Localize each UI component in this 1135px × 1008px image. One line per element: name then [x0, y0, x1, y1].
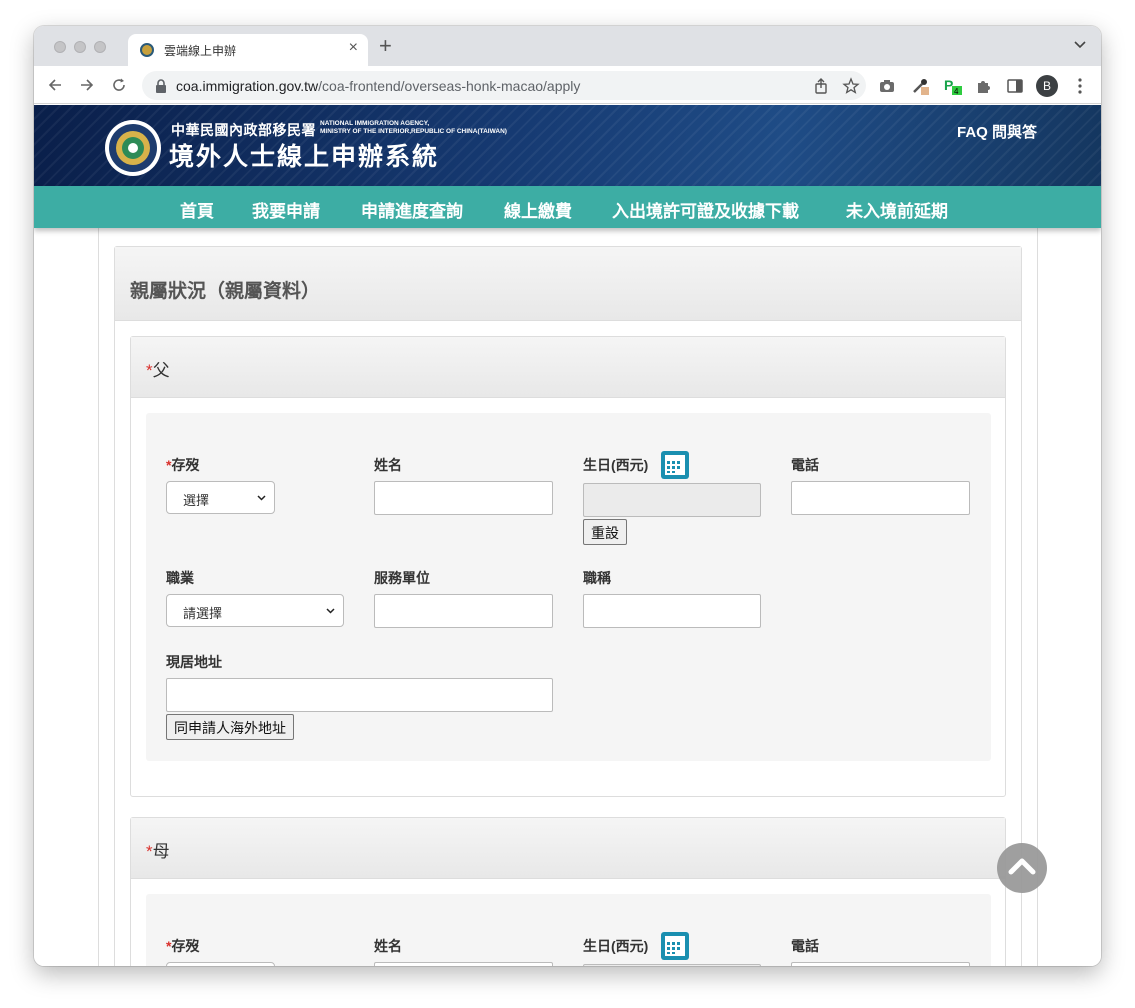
agency-logo-icon[interactable]: [104, 119, 162, 177]
side-panel-icon[interactable]: [1005, 76, 1025, 96]
tab-title: 雲端線上申辦: [164, 44, 237, 58]
mother-birth-label: 生日(西元): [583, 938, 649, 954]
site-favicon-icon: [140, 43, 154, 57]
tab-search-chevron-icon[interactable]: [1073, 37, 1087, 51]
lock-icon[interactable]: [154, 78, 168, 94]
back-arrow-icon[interactable]: [46, 76, 64, 94]
new-tab-button[interactable]: +: [379, 35, 392, 57]
browser-window: 雲端線上申辦 × + coa.immigration.gov.tw/coa-fr…: [34, 26, 1101, 966]
site-header: 中華民國內政部移民署 NATIONAL IMMIGRATION AGENCY, …: [34, 105, 1101, 186]
father-occupation-label: 職業: [166, 570, 194, 586]
mother-phone-label: 電話: [791, 938, 819, 954]
svg-text:P: P: [944, 77, 953, 93]
browser-toolbar: coa.immigration.gov.tw/coa-frontend/over…: [34, 66, 1101, 104]
faq-link[interactable]: FAQ 問與答: [957, 121, 1037, 142]
mother-phone-input[interactable]: [791, 962, 970, 966]
mother-status-label-text: 存歿: [171, 938, 200, 954]
father-employer-input[interactable]: [374, 594, 553, 628]
father-name-label: 姓名: [374, 457, 402, 473]
url-host: coa.immigration.gov.tw: [176, 78, 319, 94]
nav-home[interactable]: 首頁: [180, 197, 214, 222]
profile-avatar[interactable]: B: [1036, 75, 1058, 97]
nav-progress-query[interactable]: 申請進度查詢: [361, 197, 463, 222]
relatives-panel-heading: 親屬狀況（親屬資料）: [115, 247, 1021, 321]
father-name-input[interactable]: [374, 481, 553, 515]
father-address-label: 現居地址: [166, 654, 222, 670]
father-address-input[interactable]: [166, 678, 553, 712]
nav-permit-download[interactable]: 入出境許可證及收據下載: [612, 197, 799, 222]
eyedropper-extension-icon[interactable]: [910, 76, 930, 96]
nav-extension[interactable]: 未入境前延期: [846, 197, 948, 222]
father-status-label-text: 存歿: [171, 457, 200, 473]
same-as-applicant-address-button[interactable]: 同申請人海外地址: [166, 714, 294, 740]
father-occupation-select[interactable]: 請選擇: [166, 594, 344, 627]
browser-tab[interactable]: 雲端線上申辦 ×: [128, 34, 368, 66]
mother-title: *母: [146, 837, 170, 862]
agency-name-english-line2: MINISTRY OF THE INTERIOR,REPUBLIC OF CHI…: [320, 128, 507, 135]
more-menu-icon[interactable]: [1070, 76, 1090, 96]
mother-name-label: 姓名: [374, 938, 402, 954]
chevron-down-icon: [326, 608, 335, 614]
camera-extension-icon[interactable]: [877, 76, 897, 96]
agency-name-english: NATIONAL IMMIGRATION AGENCY, MINISTRY OF…: [320, 120, 507, 136]
mother-status-label: *存歿: [166, 936, 199, 956]
share-icon[interactable]: [812, 77, 830, 95]
forward-arrow-icon[interactable]: [78, 76, 96, 94]
address-bar[interactable]: coa.immigration.gov.tw/coa-frontend/over…: [142, 71, 866, 100]
main-navigation: 首頁 我要申請 申請進度查詢 線上繳費 入出境許可證及收據下載 未入境前延期: [34, 186, 1101, 228]
father-job-title-input[interactable]: [583, 594, 761, 628]
father-birth-label: 生日(西元): [583, 457, 649, 473]
p-extension-icon[interactable]: P 4: [942, 76, 962, 96]
zoom-window-button[interactable]: [94, 41, 106, 53]
mother-birth-input: [583, 964, 761, 966]
calendar-icon[interactable]: [660, 450, 690, 480]
required-mark: *: [146, 361, 153, 380]
scroll-to-top-button[interactable]: [997, 843, 1047, 893]
mother-form: *存歿 姓名 生日(西元) 電話: [146, 894, 991, 966]
mother-name-input[interactable]: [374, 962, 553, 966]
bookmark-star-icon[interactable]: [842, 77, 860, 95]
father-phone-input[interactable]: [791, 481, 970, 515]
father-form: *存歿 選擇 姓名 生日(西元) 重設 電話 職業 請選擇 服務單位 職稱 現居…: [146, 413, 991, 761]
mother-panel: *母 *存歿 姓名 生日(西元) 電話: [130, 817, 1006, 966]
father-status-label: *存歿: [166, 455, 199, 475]
father-panel-heading: *父: [131, 337, 1005, 398]
extension-badge: 4: [954, 87, 959, 96]
mother-title-text: 母: [152, 842, 170, 861]
extensions-puzzle-icon[interactable]: [974, 76, 994, 96]
chevron-up-icon: [1008, 858, 1036, 875]
url-text: coa.immigration.gov.tw/coa-frontend/over…: [176, 78, 580, 94]
relatives-panel: 親屬狀況（親屬資料） *父 *存歿 選擇 姓名 生日(西元) 重設 電話 職業 …: [114, 246, 1022, 966]
father-status-value: 選擇: [183, 493, 210, 508]
father-job-title-label: 職稱: [583, 570, 611, 586]
nav-online-payment[interactable]: 線上繳費: [504, 197, 572, 222]
calendar-icon[interactable]: [660, 931, 690, 961]
father-title-text: 父: [152, 361, 170, 380]
close-window-button[interactable]: [54, 41, 66, 53]
father-birth-reset-button[interactable]: 重設: [583, 519, 627, 545]
required-mark: *: [146, 842, 153, 861]
url-path: /coa-frontend/overseas-honk-macao/apply: [318, 78, 581, 94]
father-panel: *父 *存歿 選擇 姓名 生日(西元) 重設 電話 職業 請選擇 服務單位 職稱…: [130, 336, 1006, 797]
minimize-window-button[interactable]: [74, 41, 86, 53]
chevron-down-icon: [257, 495, 266, 501]
mother-status-select[interactable]: [166, 962, 275, 966]
father-birth-input: [583, 483, 761, 517]
father-occupation-value: 請選擇: [183, 606, 223, 621]
father-title: *父: [146, 356, 170, 381]
site-title[interactable]: 境外人士線上申辦系統: [169, 137, 439, 173]
father-phone-label: 電話: [791, 457, 819, 473]
father-status-select[interactable]: 選擇: [166, 481, 275, 514]
agency-name-english-line1: NATIONAL IMMIGRATION AGENCY,: [320, 120, 430, 127]
page-viewport: 中華民國內政部移民署 NATIONAL IMMIGRATION AGENCY, …: [34, 105, 1101, 966]
reload-icon[interactable]: [110, 76, 128, 94]
tab-strip: 雲端線上申辦 × +: [34, 26, 1101, 66]
section-title: 親屬狀況（親屬資料）: [130, 281, 321, 302]
father-employer-label: 服務單位: [374, 570, 430, 586]
nav-apply[interactable]: 我要申請: [252, 197, 320, 222]
mother-panel-heading: *母: [131, 818, 1005, 879]
tab-close-icon[interactable]: ×: [349, 40, 358, 56]
